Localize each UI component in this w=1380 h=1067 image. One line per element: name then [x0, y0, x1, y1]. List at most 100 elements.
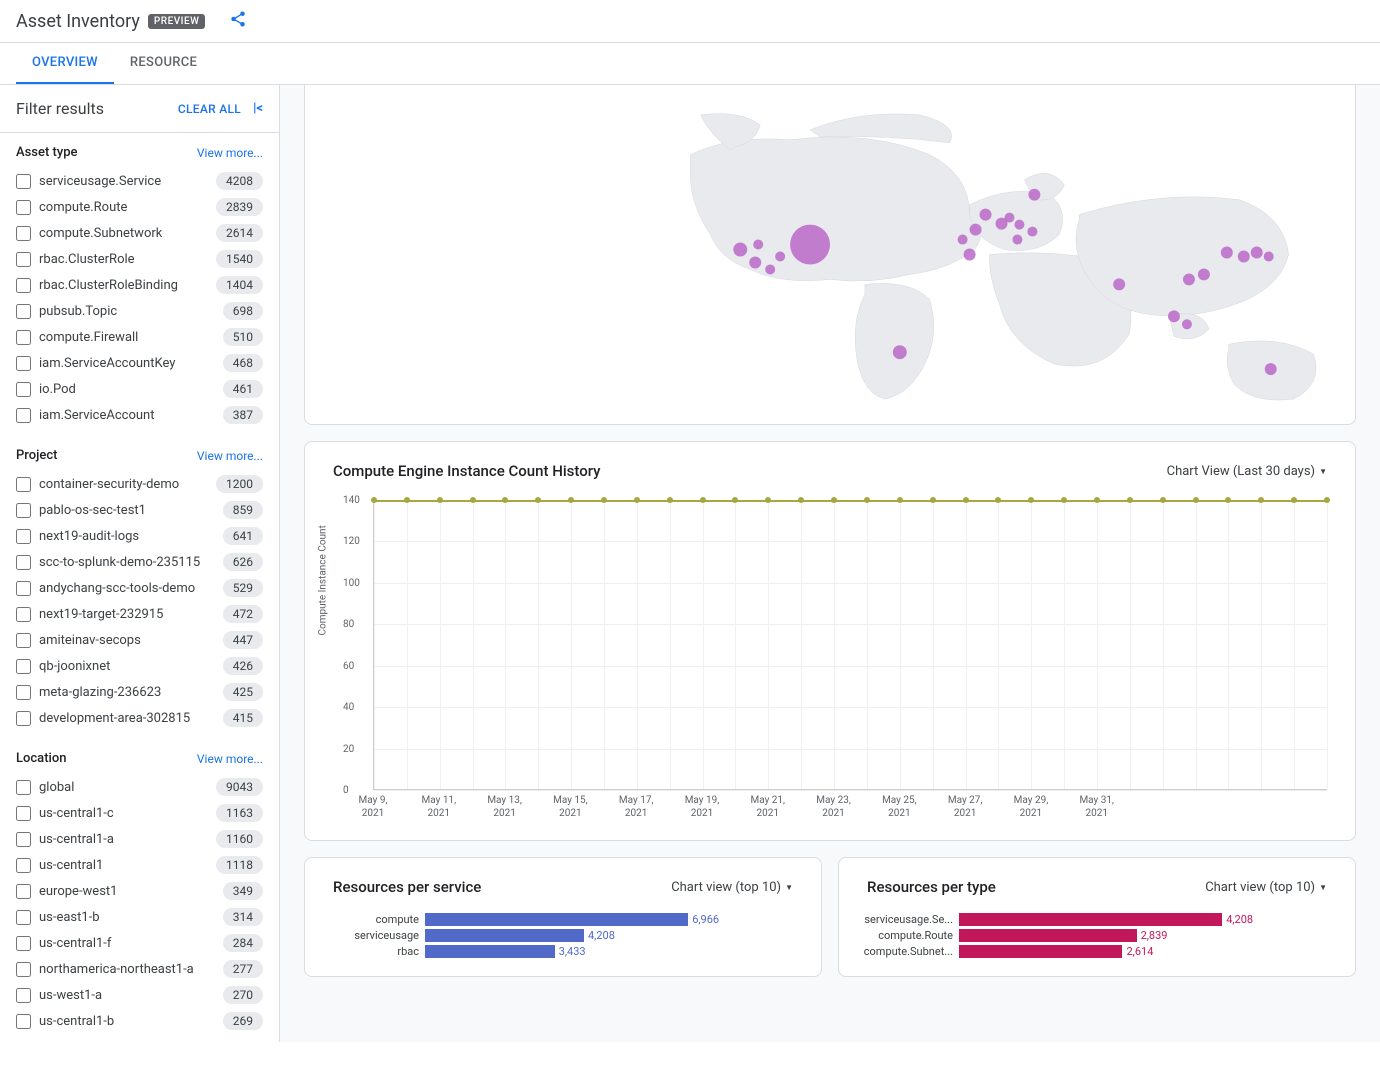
map-bubble[interactable]	[1004, 213, 1014, 223]
data-point[interactable]	[667, 497, 673, 503]
map-bubble[interactable]	[733, 243, 747, 257]
map-bubble[interactable]	[1265, 363, 1277, 375]
bar-fill[interactable]	[959, 945, 1122, 958]
filter-checkbox[interactable]	[16, 304, 31, 319]
data-point[interactable]	[404, 497, 410, 503]
data-point[interactable]	[502, 497, 508, 503]
filter-checkbox[interactable]	[16, 685, 31, 700]
data-point[interactable]	[1028, 497, 1034, 503]
filter-checkbox[interactable]	[16, 330, 31, 345]
history-chart-dropdown[interactable]: Chart View (Last 30 days)	[1167, 464, 1327, 479]
data-point[interactable]	[634, 497, 640, 503]
map-bubble[interactable]	[1182, 319, 1192, 329]
map-bubble[interactable]	[1168, 310, 1180, 322]
filter-checkbox[interactable]	[16, 200, 31, 215]
filter-checkbox[interactable]	[16, 607, 31, 622]
filter-checkbox[interactable]	[16, 962, 31, 977]
map-bubble[interactable]	[1238, 251, 1250, 263]
filter-checkbox[interactable]	[16, 529, 31, 544]
data-point[interactable]	[1193, 497, 1199, 503]
map-bubble[interactable]	[1027, 227, 1037, 237]
resources-type-dropdown[interactable]: Chart view (top 10)	[1205, 880, 1327, 895]
map-bubble[interactable]	[775, 252, 785, 262]
filter-checkbox[interactable]	[16, 477, 31, 492]
collapse-sidebar-icon[interactable]: |<	[253, 101, 263, 116]
data-point[interactable]	[568, 497, 574, 503]
data-point[interactable]	[1324, 497, 1330, 503]
map-bubble[interactable]	[1014, 220, 1024, 230]
filter-checkbox[interactable]	[16, 858, 31, 873]
filter-checkbox[interactable]	[16, 832, 31, 847]
view-more-link[interactable]: View more...	[197, 146, 263, 160]
filter-checkbox[interactable]	[16, 252, 31, 267]
filter-checkbox[interactable]	[16, 711, 31, 726]
map-bubble[interactable]	[1012, 235, 1022, 245]
map-bubble[interactable]	[1251, 247, 1263, 259]
data-point[interactable]	[1225, 497, 1231, 503]
bar-fill[interactable]	[425, 913, 688, 926]
filter-checkbox[interactable]	[16, 555, 31, 570]
bar-fill[interactable]	[425, 929, 584, 942]
tab-resource[interactable]: RESOURCE	[114, 43, 213, 84]
tab-overview[interactable]: OVERVIEW	[16, 43, 114, 84]
clear-all-button[interactable]: CLEAR ALL	[178, 102, 241, 116]
map-bubble[interactable]	[765, 264, 775, 274]
bar-fill[interactable]	[959, 929, 1137, 942]
map-bubble[interactable]	[1183, 273, 1195, 285]
filter-checkbox[interactable]	[16, 910, 31, 925]
data-point[interactable]	[765, 497, 771, 503]
filter-checkbox[interactable]	[16, 1014, 31, 1029]
bar-fill[interactable]	[959, 913, 1222, 926]
filter-checkbox[interactable]	[16, 226, 31, 241]
map-bubble[interactable]	[970, 224, 982, 236]
filter-checkbox[interactable]	[16, 659, 31, 674]
data-point[interactable]	[930, 497, 936, 503]
map-bubble[interactable]	[1221, 247, 1233, 259]
filter-checkbox[interactable]	[16, 936, 31, 951]
filter-checkbox[interactable]	[16, 633, 31, 648]
data-point[interactable]	[470, 497, 476, 503]
map-bubble[interactable]	[1113, 278, 1125, 290]
data-point[interactable]	[1061, 497, 1067, 503]
data-point[interactable]	[1291, 497, 1297, 503]
data-point[interactable]	[437, 497, 443, 503]
filter-checkbox[interactable]	[16, 884, 31, 899]
resources-service-dropdown[interactable]: Chart view (top 10)	[671, 880, 793, 895]
data-point[interactable]	[864, 497, 870, 503]
data-point[interactable]	[1160, 497, 1166, 503]
data-point[interactable]	[995, 497, 1001, 503]
share-icon[interactable]	[229, 10, 247, 32]
data-point[interactable]	[1258, 497, 1264, 503]
view-more-link[interactable]: View more...	[197, 449, 263, 463]
data-point[interactable]	[700, 497, 706, 503]
map-bubble[interactable]	[1028, 189, 1040, 201]
filter-checkbox[interactable]	[16, 988, 31, 1003]
map-bubble[interactable]	[1198, 268, 1210, 280]
filter-checkbox[interactable]	[16, 806, 31, 821]
filter-checkbox[interactable]	[16, 382, 31, 397]
data-point[interactable]	[798, 497, 804, 503]
map-bubble[interactable]	[749, 256, 761, 268]
data-point[interactable]	[601, 497, 607, 503]
filter-checkbox[interactable]	[16, 174, 31, 189]
data-point[interactable]	[535, 497, 541, 503]
filter-checkbox[interactable]	[16, 503, 31, 518]
data-point[interactable]	[371, 497, 377, 503]
data-point[interactable]	[831, 497, 837, 503]
map-bubble[interactable]	[1264, 252, 1274, 262]
filter-checkbox[interactable]	[16, 581, 31, 596]
map-bubble[interactable]	[964, 249, 976, 261]
data-point[interactable]	[1127, 497, 1133, 503]
map-bubble[interactable]	[958, 235, 968, 245]
data-point[interactable]	[963, 497, 969, 503]
map-bubble[interactable]	[893, 345, 907, 359]
data-point[interactable]	[897, 497, 903, 503]
filter-checkbox[interactable]	[16, 278, 31, 293]
filter-checkbox[interactable]	[16, 408, 31, 423]
filter-checkbox[interactable]	[16, 780, 31, 795]
map-bubble[interactable]	[753, 240, 763, 250]
data-point[interactable]	[1094, 497, 1100, 503]
map-bubble[interactable]	[790, 225, 830, 265]
map-bubble[interactable]	[980, 209, 992, 221]
view-more-link[interactable]: View more...	[197, 752, 263, 766]
